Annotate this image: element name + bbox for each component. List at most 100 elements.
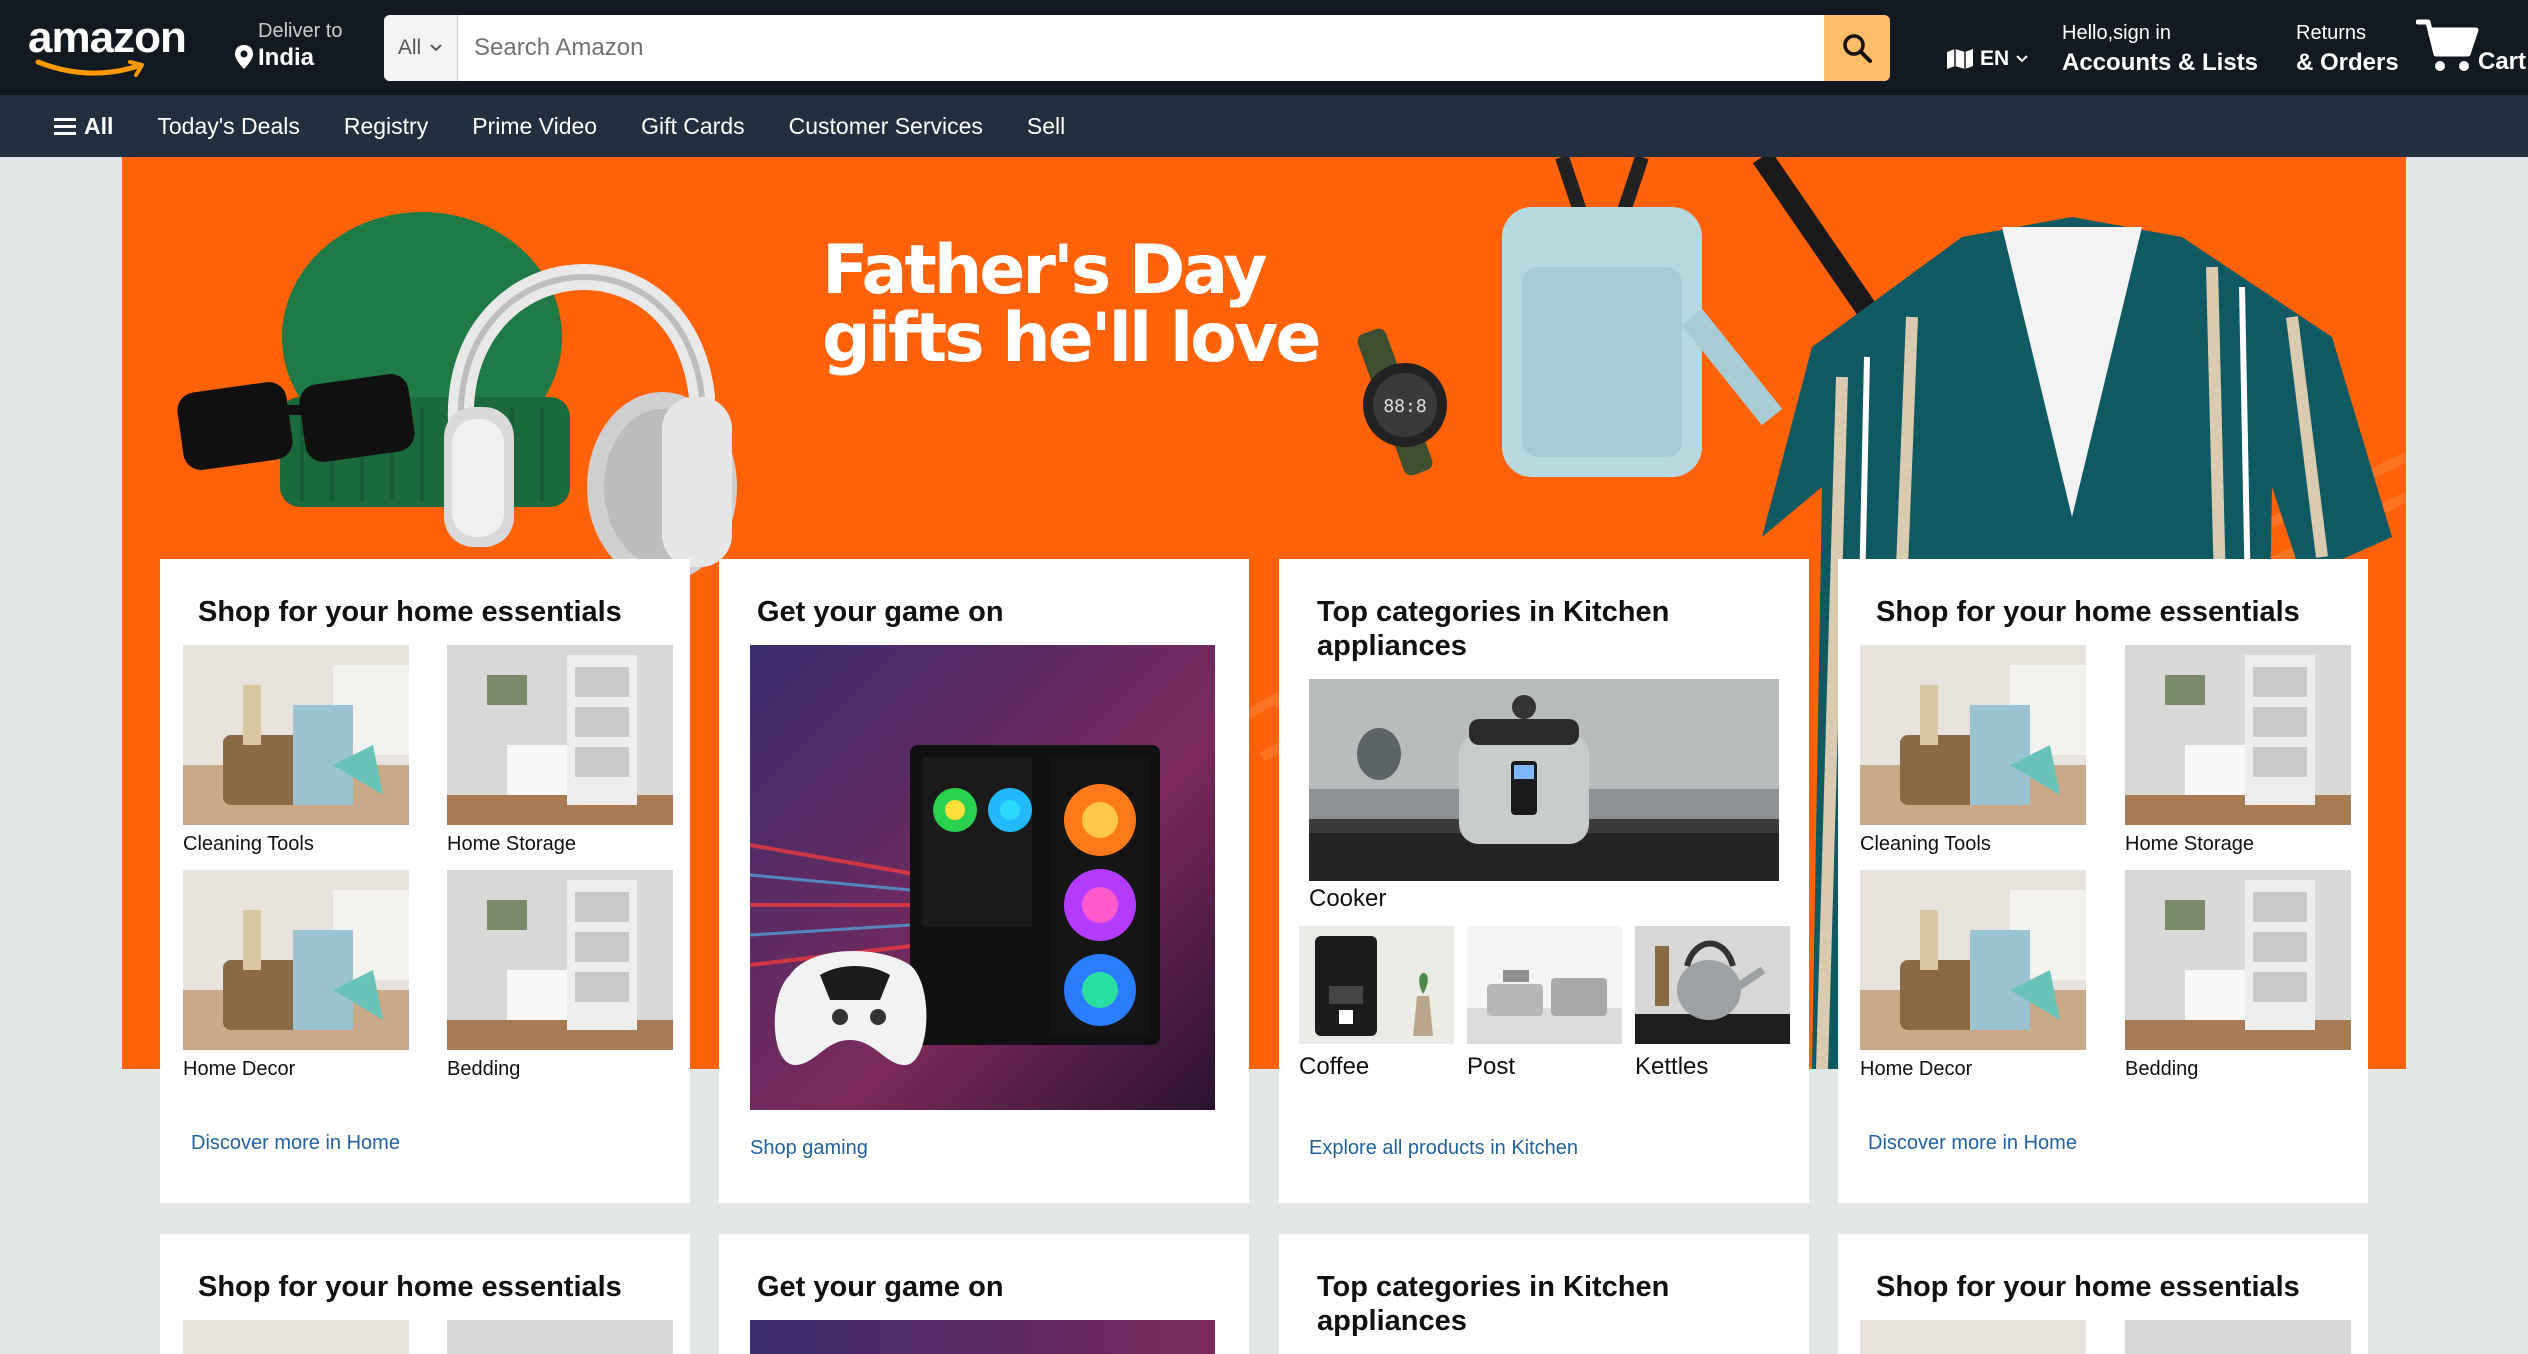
search-category-dropdown[interactable]: All <box>384 15 458 81</box>
grid-item-cleaning-tools[interactable]: Cleaning Tools <box>183 645 409 856</box>
grid-item-home-decor[interactable]: Home Decor <box>183 870 409 1081</box>
kitchen-caption: Post <box>1467 1053 1516 1080</box>
home-storage-image <box>2125 645 2351 825</box>
cart-button[interactable]: Cart <box>2415 18 2528 82</box>
card-title: Get your game on <box>757 1271 1004 1303</box>
grid-item-home-decor[interactable]: Home Decor <box>1860 870 2086 1081</box>
deliver-label: Deliver to <box>258 20 343 42</box>
shop-gaming-link[interactable]: Shop gaming <box>750 1137 868 1160</box>
kitchen-caption: Kettles <box>1635 1053 1709 1080</box>
returns-label: Returns <box>2296 22 2367 44</box>
kitchen-item-cooker[interactable]: Cooker <box>1309 679 1779 913</box>
grid-caption: Home Storage <box>447 833 576 855</box>
grid-item-cleaning-tools[interactable]: Cleaning Tools <box>1860 645 2086 856</box>
hero-line-1: Father's Day <box>822 231 1267 310</box>
card-title: Top categories in Kitchen appliances <box>1317 596 1670 662</box>
card-home-essentials-2: Shop for your home essentials Cleaning T… <box>1838 559 2368 1203</box>
card-home-essentials-row2: Shop for your home essentials <box>160 1234 690 1354</box>
cleaning-tools-image <box>1860 645 2086 825</box>
gaming-pc-image[interactable] <box>750 645 1215 1110</box>
grid-item-bedding[interactable]: Bedding <box>2125 870 2351 1081</box>
card-gaming: Get your game on Shop gaming <box>719 559 1249 1203</box>
svg-text:88:8: 88:8 <box>1383 396 1426 417</box>
search-icon <box>1843 34 1872 63</box>
all-label: All <box>84 112 114 139</box>
grid-caption: Home Storage <box>2125 833 2254 855</box>
card-title: Shop for your home essentials <box>198 596 622 628</box>
search-input[interactable] <box>458 15 1818 81</box>
search-bar: All <box>384 15 1890 81</box>
kitchen-caption: Coffee <box>1299 1053 1370 1080</box>
language-selector[interactable]: EN <box>1946 44 2029 74</box>
card-title: Shop for your home essentials <box>198 1271 622 1303</box>
kitchen-caption: Cooker <box>1309 885 1387 912</box>
home-decor-image <box>183 870 409 1050</box>
orders-label: & Orders <box>2296 49 2399 76</box>
card-title: Shop for your home essentials <box>1876 1271 2300 1303</box>
hero-line-2: gifts he'll love <box>822 299 1321 378</box>
pots-image <box>1467 926 1622 1044</box>
nav-registry[interactable]: Registry <box>344 113 428 140</box>
kettle-image <box>1635 926 1790 1044</box>
card-home-essentials-2-row2: Shop for your home essentials <box>1838 1234 2368 1354</box>
bedding-image <box>2125 870 2351 1050</box>
grid-item-bedding[interactable]: Bedding <box>447 870 673 1081</box>
map-icon <box>1947 49 1973 69</box>
hamburger-icon <box>54 118 76 135</box>
grid-image-partial[interactable] <box>2125 1320 2351 1354</box>
nav-gift-cards[interactable]: Gift Cards <box>641 113 745 140</box>
card-title: Shop for your home essentials <box>1876 596 2300 628</box>
bedding-image <box>447 870 673 1050</box>
logo-wordmark: amazon <box>28 13 187 62</box>
amazon-logo[interactable]: amazon <box>28 13 193 77</box>
gaming-image-partial[interactable] <box>750 1320 1215 1354</box>
chevron-down-icon <box>430 44 442 52</box>
returns-orders[interactable]: Returns & Orders <box>2296 22 2399 77</box>
top-navbar: amazon Deliver to India All Search Amazo… <box>0 0 2528 95</box>
kitchen-item-kettles[interactable]: Kettles <box>1635 926 1790 1081</box>
grid-item-home-storage[interactable]: Home Storage <box>2125 645 2351 856</box>
card-title: Top categories in Kitchen appliances <box>1317 1271 1670 1337</box>
card-kitchen-row2: Top categories in Kitchen appliances <box>1279 1234 1809 1354</box>
kitchen-item-post[interactable]: Post <box>1467 926 1622 1081</box>
nav-customer-services[interactable]: Customer Services <box>789 113 983 140</box>
account-lists[interactable]: Hello,sign in Accounts & Lists <box>2062 22 2258 77</box>
grid-item-home-storage[interactable]: Home Storage <box>447 645 673 856</box>
language-label: EN <box>1980 47 2010 70</box>
grid-caption: Home Decor <box>1860 1058 1973 1080</box>
chevron-down-icon <box>2016 55 2028 63</box>
cart-label: Cart <box>2478 48 2527 75</box>
nav-prime-video[interactable]: Prime Video <box>472 113 597 140</box>
nav-sell[interactable]: Sell <box>1027 113 1065 140</box>
discover-more-home-link[interactable]: Discover more in Home <box>191 1132 400 1155</box>
card-gaming-row2: Get your game on <box>719 1234 1249 1354</box>
grid-image-partial[interactable] <box>183 1320 409 1354</box>
card-title: Get your game on <box>757 596 1004 628</box>
logo-smile-icon <box>35 59 144 77</box>
home-decor-image <box>1860 870 2086 1050</box>
search-category-label: All <box>397 36 422 59</box>
deliver-country: India <box>258 44 315 71</box>
sub-navbar: All Today's Deals Registry Prime Video G… <box>0 95 2528 157</box>
grid-caption: Cleaning Tools <box>1860 833 1991 855</box>
search-button[interactable] <box>1824 15 1890 81</box>
location-pin-icon <box>235 45 253 69</box>
deliver-to[interactable]: Deliver to India <box>232 20 372 76</box>
grid-image-partial[interactable] <box>447 1320 673 1354</box>
cart-icon <box>2415 19 2479 71</box>
all-menu-button[interactable]: All <box>54 113 113 140</box>
explore-kitchen-link[interactable]: Explore all products in Kitchen <box>1309 1137 1578 1160</box>
kitchen-item-coffee[interactable]: Coffee <box>1299 926 1454 1081</box>
coffee-image <box>1299 926 1454 1044</box>
account-label: Accounts & Lists <box>2062 49 2259 76</box>
grid-caption: Bedding <box>447 1058 521 1080</box>
nav-todays-deals[interactable]: Today's Deals <box>157 113 299 140</box>
discover-more-home-link[interactable]: Discover more in Home <box>1868 1132 2077 1155</box>
grid-image-partial[interactable] <box>1860 1320 2086 1354</box>
card-home-essentials: Shop for your home essentials Cleaning T… <box>160 559 690 1203</box>
home-storage-image <box>447 645 673 825</box>
cooker-image <box>1309 679 1779 881</box>
grid-caption: Home Decor <box>183 1058 296 1080</box>
card-kitchen: Top categories in Kitchen appliances Coo… <box>1279 559 1809 1203</box>
grid-caption: Cleaning Tools <box>183 833 314 855</box>
